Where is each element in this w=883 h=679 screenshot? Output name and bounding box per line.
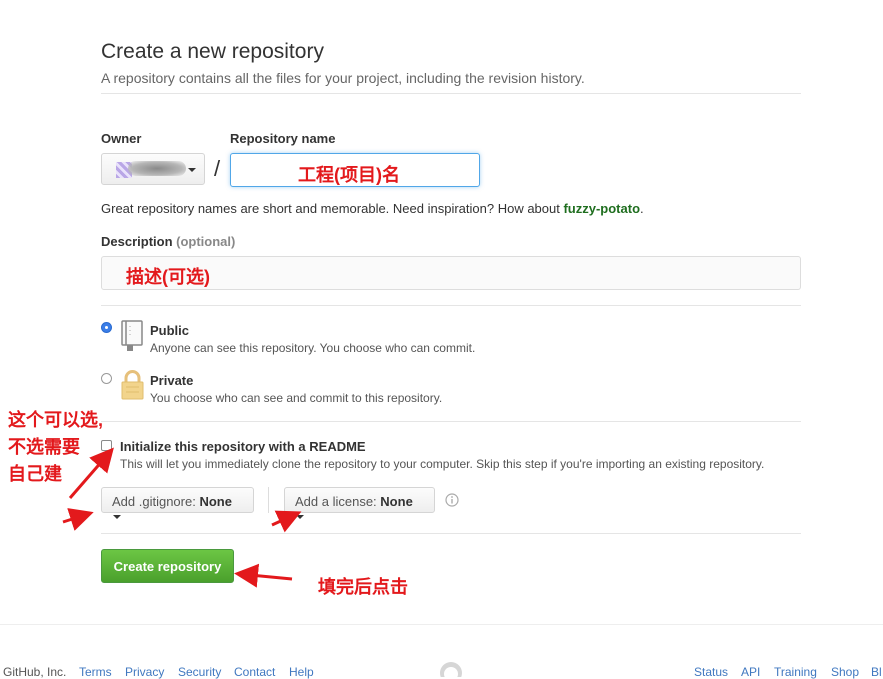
arrow-to-gitignore bbox=[62, 508, 94, 531]
annotation-click-after: 填完后点击 bbox=[318, 577, 408, 597]
private-title: Private bbox=[150, 373, 194, 388]
hint-end: . bbox=[640, 201, 644, 216]
owner-dropdown[interactable] bbox=[101, 153, 205, 185]
footer-divider bbox=[0, 624, 883, 625]
divider bbox=[101, 93, 801, 94]
arrow-to-license bbox=[271, 510, 302, 533]
readme-desc: This will let you immediately clone the … bbox=[120, 457, 765, 471]
info-icon[interactable] bbox=[445, 493, 459, 507]
repo-book-icon bbox=[121, 320, 143, 351]
annotation-description: 描述(可选) bbox=[126, 267, 210, 287]
license-prefix: Add a license: bbox=[295, 494, 377, 509]
private-desc: You choose who can see and commit to thi… bbox=[150, 391, 443, 405]
optional-tag: (optional) bbox=[176, 234, 236, 249]
lock-icon bbox=[121, 370, 144, 400]
arrow-to-create bbox=[234, 563, 293, 588]
owner-name-blurred bbox=[128, 161, 186, 176]
public-desc: Anyone can see this repository. You choo… bbox=[150, 341, 476, 355]
readme-title: Initialize this repository with a README bbox=[120, 439, 366, 454]
chevron-down-icon bbox=[296, 515, 304, 519]
annotation-optional-3: 自己建 bbox=[8, 464, 62, 484]
repo-name-label: Repository name bbox=[230, 131, 336, 146]
readme-checkbox[interactable] bbox=[101, 440, 112, 451]
description-label-text: Description bbox=[101, 234, 173, 249]
page-title: Create a new repository bbox=[101, 40, 324, 63]
divider bbox=[101, 305, 801, 306]
license-value: None bbox=[380, 494, 413, 509]
gitignore-dropdown[interactable]: Add .gitignore: None bbox=[101, 487, 254, 519]
dropdown-separator bbox=[268, 487, 269, 513]
divider bbox=[101, 533, 801, 534]
divider bbox=[101, 421, 801, 422]
owner-separator: / bbox=[214, 156, 221, 181]
name-hint: Great repository names are short and mem… bbox=[101, 201, 644, 216]
chevron-down-icon bbox=[188, 168, 196, 172]
chevron-down-icon bbox=[113, 515, 121, 519]
hint-text: Great repository names are short and mem… bbox=[101, 201, 564, 216]
annotation-optional-2: 不选需要 bbox=[8, 437, 80, 457]
suggestion-link[interactable]: fuzzy-potato bbox=[563, 201, 640, 216]
page-subtitle: A repository contains all the files for … bbox=[101, 70, 585, 86]
owner-label: Owner bbox=[101, 131, 142, 146]
github-octocat-icon[interactable] bbox=[438, 660, 464, 677]
gitignore-prefix: Add .gitignore: bbox=[112, 494, 196, 509]
description-label: Description (optional) bbox=[101, 234, 235, 249]
annotation-repo-name: 工程(项目)名 bbox=[298, 165, 400, 185]
annotation-optional-1: 这个可以选, bbox=[8, 410, 104, 430]
gitignore-value: None bbox=[199, 494, 232, 509]
private-radio[interactable] bbox=[101, 373, 112, 384]
license-dropdown[interactable]: Add a license: None bbox=[284, 487, 435, 519]
public-radio[interactable] bbox=[101, 322, 112, 333]
create-repository-button[interactable]: Create repository bbox=[101, 549, 234, 583]
public-title: Public bbox=[150, 323, 190, 338]
